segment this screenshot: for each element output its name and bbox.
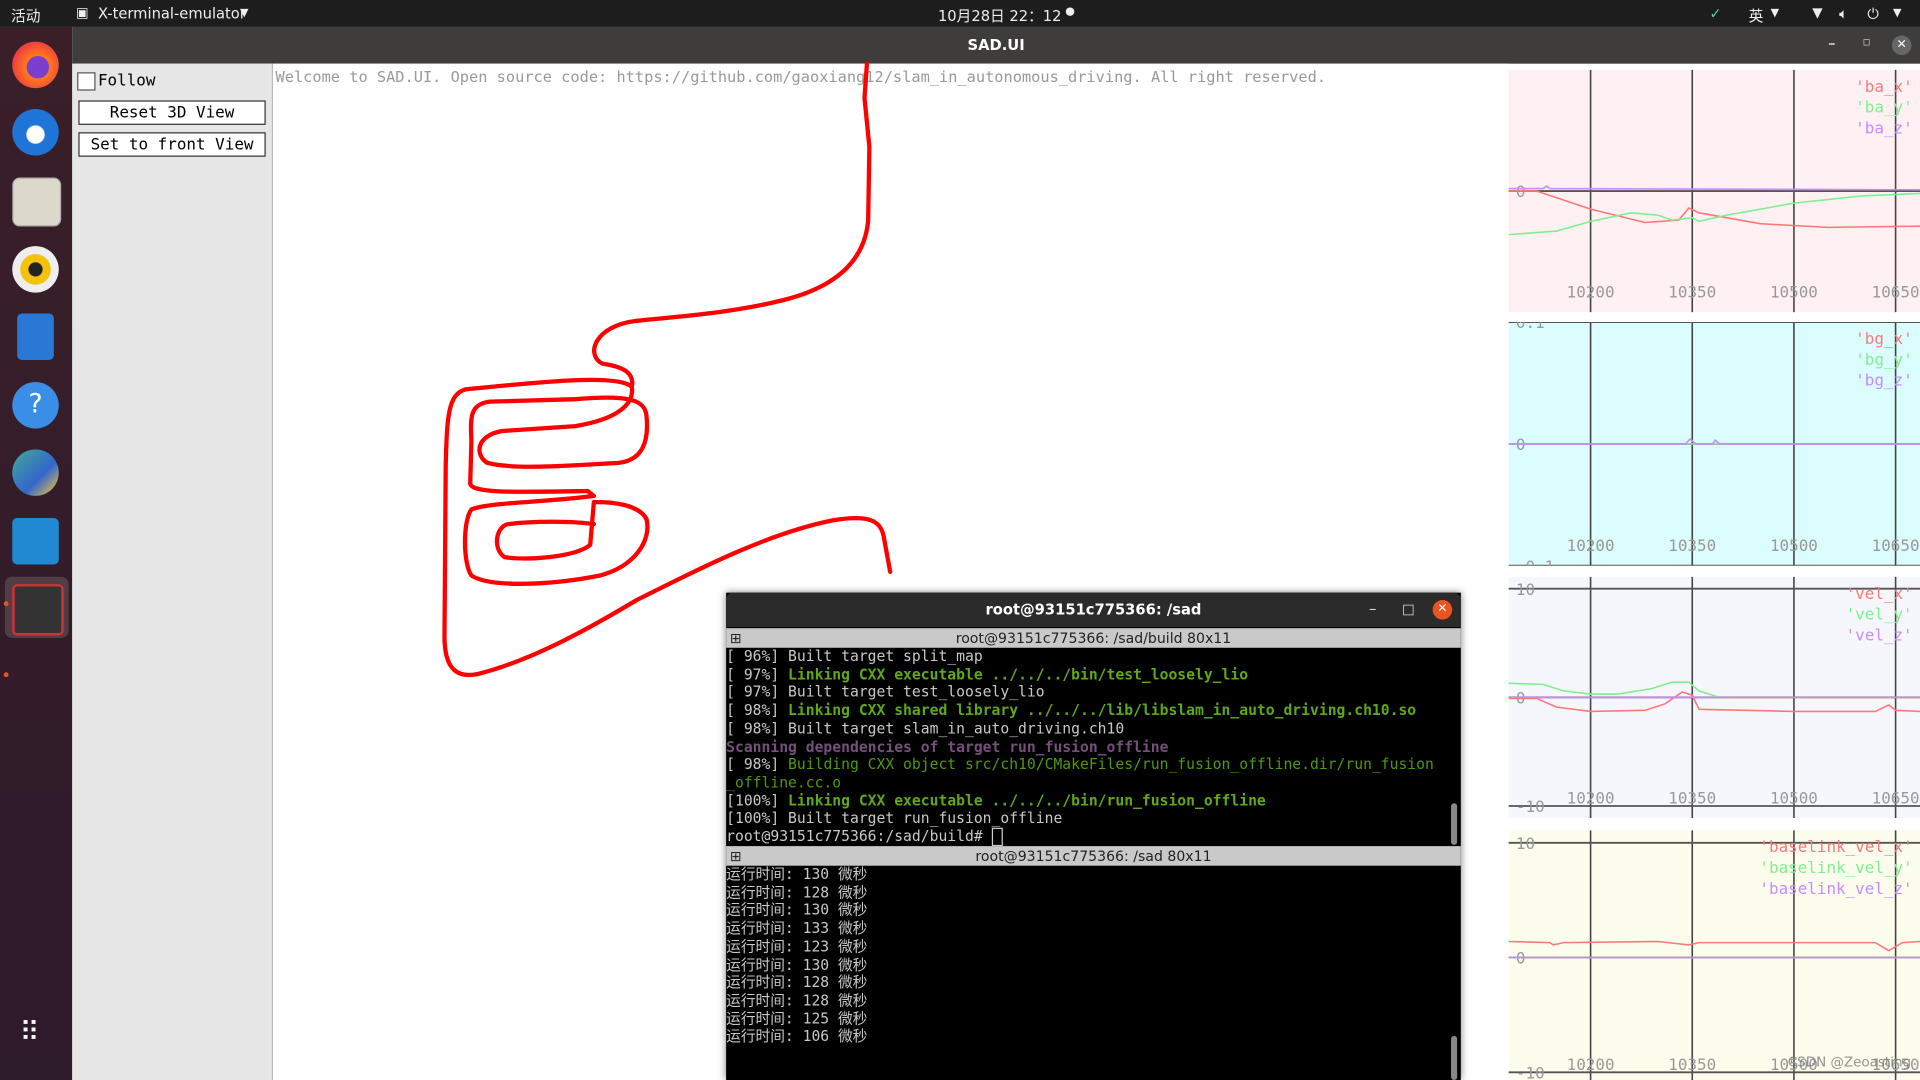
plot-1[interactable]: 102001035010500106500.10-0.1'bg_x''bg_y'… (1508, 322, 1920, 566)
terminal-text: _offline.cc.o (726, 773, 842, 791)
terminal-line: [ 96%] Built target split_map (726, 648, 1448, 666)
x-tick-label: 10350 (1668, 788, 1716, 807)
x-tick-label: 10500 (1770, 283, 1818, 302)
terminal-maximize-button[interactable]: □ (1402, 601, 1415, 617)
terminal-line: [100%] Linking CXX executable ../../../b… (726, 792, 1448, 810)
terminal-text: [ 97%] Built target test_loosely_lio (726, 683, 1045, 701)
legend-entry: 'bg_x' (1855, 329, 1912, 348)
pane2-output[interactable]: 运行时间: 130 微秒 运行时间: 128 微秒 运行时间: 130 微秒 运行时间… (726, 866, 1448, 1080)
x-tick-label: 10350 (1668, 283, 1716, 302)
terminal-line: 运行时间: 128 微秒 (726, 991, 868, 1009)
legend-entry: 'vel_x' (1846, 584, 1913, 603)
terminal-line: [ 98%] Linking CXX shared library ../../… (726, 702, 1448, 720)
legend-entry: 'baselink_vel_y' (1759, 858, 1912, 877)
pane-menu-icon[interactable]: ⊞ (730, 628, 742, 648)
terminal-line: root@93151c775366:/sad/build# (726, 827, 1448, 847)
terminal-text: Linking CXX executable ../../../bin/run_… (788, 791, 1266, 809)
terminal-line: 运行时间: 128 微秒 (726, 883, 868, 901)
plot-3[interactable]: 10200 10350 10500 10650100-10'baselink_vel_… (1508, 830, 1920, 1080)
terminal-text: [ 98%] (726, 755, 789, 773)
terminal-text: [ 98%] Built target slam_in_auto_driving… (726, 719, 1125, 737)
x-tick-label: 10500 (1770, 536, 1818, 555)
legend-entry: 'baselink_vel_x' (1759, 837, 1912, 856)
x-tick-label: 10350 (1668, 1055, 1716, 1074)
terminal-line: 运行时间: 130 微秒 (726, 901, 868, 919)
plot-2[interactable]: 10200 10350 10500 10650100-10'vel_x''vel_y'… (1508, 576, 1920, 818)
trajectory-path (442, 61, 893, 677)
terminal-line: [ 98%] Building CXX object src/ch10/CMak… (726, 756, 1448, 774)
legend-entry: 'ba_y' (1855, 98, 1912, 117)
x-tick-label: 10350 (1668, 536, 1716, 555)
pane1-output[interactable]: [ 96%] Built target split_map[ 97%] Link… (726, 648, 1448, 847)
x-tick-label: 10200 (1567, 788, 1615, 807)
terminal-line: 运行时间: 130 微秒 (726, 865, 868, 883)
legend-entry: 'vel_z' (1846, 625, 1913, 644)
x-tick-label: 10650 (1872, 283, 1920, 302)
y-tick-label: 10 (1516, 580, 1535, 599)
terminal-text: [ 97%] (726, 665, 789, 683)
y-tick-label: -10 (1516, 797, 1545, 816)
terminal-text: Linking CXX shared library ../../../lib/… (788, 701, 1417, 719)
y-tick-label: -10 (1516, 1063, 1545, 1080)
pane1-header: ⊞ root@93151c775366: /sad/build 80x11 (726, 628, 1461, 648)
terminal-window[interactable]: root@93151c775366: /sad – □ ✕ ⊞ root@9315… (726, 592, 1461, 1080)
x-tick-label: 10650 (1872, 788, 1920, 807)
terminal-minimize-button[interactable]: – (1369, 600, 1376, 617)
legend-entry: 'ba_z' (1855, 118, 1912, 137)
x-tick-label: 10500 (1770, 788, 1818, 807)
terminal-text: root@93151c775366:/sad/build# (726, 827, 992, 845)
plot-0[interactable]: 10200 10350 10500 106500'ba_x''ba_y''ba_z' (1508, 69, 1920, 313)
legend-entry: 'ba_x' (1855, 77, 1912, 96)
x-tick-label: 10200 (1567, 283, 1615, 302)
terminal-line: 运行时间: 106 微秒 (726, 1027, 868, 1045)
terminal-text: [100%] Built target run_fusion_offline (726, 809, 1063, 827)
terminal-line: 运行时间: 130 微秒 (726, 955, 868, 973)
terminal-line: [ 97%] Linking CXX executable ../../../b… (726, 666, 1448, 684)
terminal-line: Scanning dependencies of target run_fusi… (726, 738, 1448, 756)
terminal-titlebar: root@93151c775366: /sad (726, 592, 1461, 627)
terminal-line: 运行时间: 133 微秒 (726, 919, 868, 937)
terminal-line: [ 98%] Built target slam_in_auto_driving… (726, 720, 1448, 738)
terminal-close-button[interactable]: ✕ (1432, 600, 1453, 620)
terminal-line: _offline.cc.o (726, 774, 1448, 792)
terminal-line: 运行时间: 123 微秒 (726, 937, 868, 955)
pane1-title: root@93151c775366: /sad/build 80x11 (955, 629, 1232, 647)
y-tick-label: -0.1 (1516, 557, 1554, 566)
pane-menu-icon[interactable]: ⊞ (730, 846, 742, 866)
x-tick-label: 10650 (1872, 536, 1920, 555)
terminal-line: 运行时间: 128 微秒 (726, 973, 868, 991)
pane2-title: root@93151c775366: /sad 80x11 (975, 847, 1212, 865)
terminal-text: [ 96%] Built target split_map (726, 647, 983, 665)
terminal-text: [100%] (726, 791, 789, 809)
pane1-scrollbar[interactable] (1451, 803, 1458, 845)
legend-entry: 'vel_y' (1846, 605, 1913, 624)
watermark: CSDN @Zeoasting (1787, 1054, 1912, 1071)
pane2-header: ⊞ root@93151c775366: /sad 80x11 (726, 846, 1461, 866)
y-tick-label: 0.1 (1516, 322, 1545, 332)
y-tick-label: 10 (1516, 834, 1535, 853)
terminal-text: Scanning dependencies of target run_fusi… (726, 737, 1169, 755)
pane2-scrollbar[interactable] (1451, 1035, 1458, 1080)
legend-entry: 'bg_y' (1855, 350, 1912, 369)
cursor (991, 827, 1003, 847)
terminal-text: Linking CXX executable ../../../bin/test… (788, 665, 1249, 683)
terminal-title: root@93151c775366: /sad (985, 601, 1202, 619)
x-tick-label: 10200 (1567, 1055, 1615, 1074)
terminal-text: Building CXX object src/ch10/CMakeFiles/… (788, 755, 1434, 773)
terminal-text: [ 98%] (726, 701, 789, 719)
terminal-line: [ 97%] Built target test_loosely_lio (726, 684, 1448, 702)
terminal-line: 运行时间: 125 微秒 (726, 1009, 868, 1027)
terminal-line: [100%] Built target run_fusion_offline (726, 810, 1448, 828)
legend-entry: 'baselink_vel_z' (1759, 879, 1912, 898)
legend-entry: 'bg_z' (1855, 371, 1912, 390)
x-tick-label: 10200 (1567, 536, 1615, 555)
